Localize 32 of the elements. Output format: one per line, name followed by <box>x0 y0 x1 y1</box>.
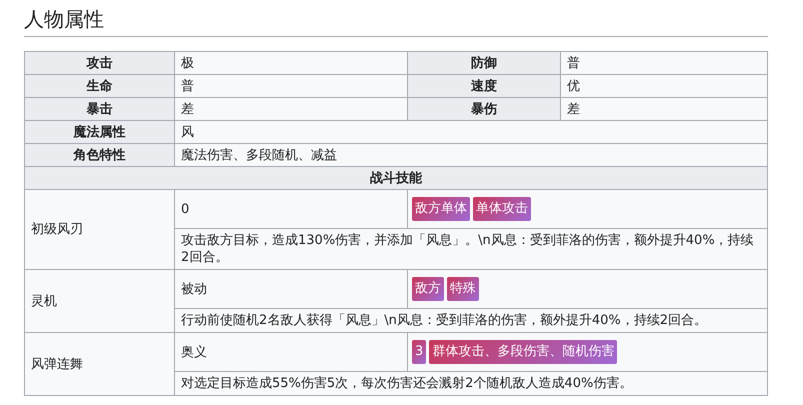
stat-value: 差 <box>560 98 768 120</box>
stat-value: 普 <box>174 74 408 98</box>
stat-label: 生命 <box>24 74 174 98</box>
skill-tag: 3 <box>412 340 426 364</box>
skill-type: 0 <box>174 190 408 228</box>
attribute-label: 魔法属性 <box>24 120 174 144</box>
stat-value: 普 <box>560 52 768 74</box>
skill-name: 风弹连舞 <box>24 332 174 396</box>
stat-label: 攻击 <box>24 52 174 74</box>
skill-tag: 特殊 <box>447 277 479 301</box>
skill-description: 攻击敌方目标，造成130%伤害，并添加「风息」。\n风息：受到菲洛的伤害，额外提升40%，持续2回合。 <box>174 228 768 270</box>
stat-value: 优 <box>560 74 768 98</box>
attribute-value: 风 <box>174 120 768 144</box>
skill-type: 奥义 <box>174 332 408 372</box>
attribute-label: 角色特性 <box>24 144 174 166</box>
section-title: 人物属性 <box>24 6 768 37</box>
stat-value: 差 <box>174 98 408 120</box>
skill-tag: 敌方 <box>412 277 444 301</box>
skill-type: 被动 <box>174 270 408 308</box>
stat-label: 速度 <box>408 74 560 98</box>
stat-value: 极 <box>174 52 408 74</box>
skill-name: 初级风刃 <box>24 190 174 270</box>
skill-description: 行动前使随机2名敌人获得「风息」\n风息：受到菲洛的伤害，额外提升40%，持续2回合。 <box>174 308 768 332</box>
stat-label: 防御 <box>408 52 560 74</box>
skills-header: 战斗技能 <box>24 166 768 190</box>
skill-tag: 单体攻击 <box>473 197 531 221</box>
skill-name: 灵机 <box>24 270 174 332</box>
stat-label: 暴击 <box>24 98 174 120</box>
skill-tag: 敌方单体 <box>412 197 470 221</box>
skill-description: 对选定目标造成55%伤害5次，每次伤害还会溅射2个随机敌人造成40%伤害。 <box>174 372 768 396</box>
stat-label: 暴伤 <box>408 98 560 120</box>
skill-tag: 群体攻击、多段伤害、随机伤害 <box>429 340 618 364</box>
